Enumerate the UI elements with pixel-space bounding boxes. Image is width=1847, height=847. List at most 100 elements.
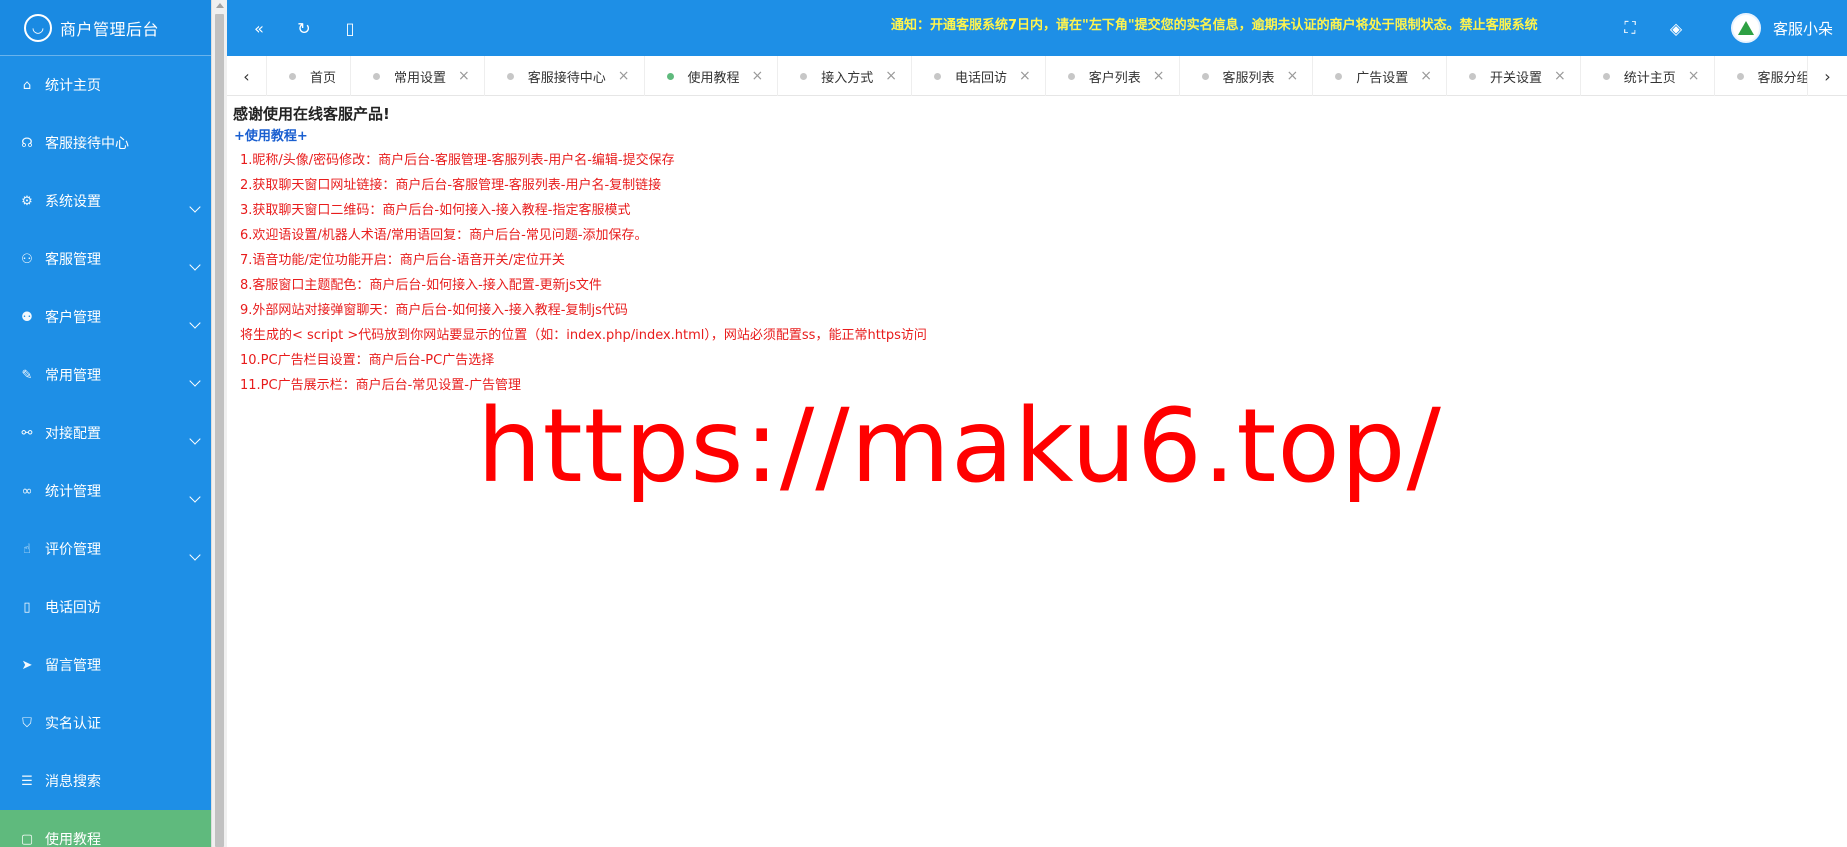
mobile-view-button[interactable]: ▯	[338, 16, 362, 40]
tutorial-link[interactable]: +使用教程+	[234, 126, 1847, 148]
smile-logo-icon: ◡	[24, 13, 52, 42]
page-tabs: ‹ 首页 常用设置 × 客服接待中心 × 使用教程 × 接入方式 × 电话回访 × 客户列表 × 客服列表…	[227, 56, 1847, 96]
gear-icon: ⚙	[21, 193, 33, 209]
close-icon[interactable]: ×	[1688, 68, 1700, 84]
sidebar-item-6[interactable]: ⚯ 对接配置	[0, 404, 211, 462]
headset-icon: ☊	[21, 135, 33, 151]
brand-title: 商户管理后台	[60, 19, 160, 39]
sidebar-item-2[interactable]: ⚙ 系统设置	[0, 172, 211, 230]
tab-label: 客服接待中心	[527, 70, 606, 86]
sidebar-item-5[interactable]: ✎ 常用管理	[0, 346, 211, 404]
tab-label: 客服分组	[1757, 70, 1807, 86]
sidebar-item-label: 统计主页	[45, 78, 101, 94]
users-icon: ⚉	[21, 309, 33, 325]
user-name: 客服小朵	[1772, 19, 1833, 38]
tab-label: 接入方式	[821, 70, 874, 86]
close-icon[interactable]: ×	[458, 68, 470, 84]
tab-10[interactable]: 统计主页 ×	[1581, 56, 1715, 96]
tab-9[interactable]: 开关设置 ×	[1447, 56, 1581, 96]
close-icon[interactable]: ×	[1420, 68, 1432, 84]
fullscreen-icon: ⛶	[1624, 18, 1636, 37]
sidebar-item-4[interactable]: ⚉ 客户管理	[0, 288, 211, 346]
close-icon[interactable]: ×	[1554, 68, 1566, 84]
thumbs-up-icon: ☝	[23, 541, 31, 557]
tab-label: 常用设置	[394, 70, 447, 86]
sidebar-item-13[interactable]: ▢ 使用教程	[0, 810, 211, 847]
sidebar-item-11[interactable]: ⛉ 实名认证	[0, 694, 211, 752]
close-icon[interactable]: ×	[1287, 68, 1299, 84]
tab-status-dot	[800, 72, 808, 80]
tab-6[interactable]: 客户列表 ×	[1046, 56, 1180, 96]
sidebar-item-0[interactable]: ⌂ 统计主页	[0, 56, 211, 114]
sidebar-item-label: 评价管理	[45, 542, 101, 558]
refresh-button[interactable]: ↻	[292, 16, 316, 40]
chevron-down-icon	[189, 549, 201, 561]
fullscreen-button[interactable]: ⛶	[1618, 16, 1642, 40]
tab-8[interactable]: 广告设置 ×	[1313, 56, 1448, 96]
tutorial-step: 2.获取聊天窗口网址链接：商户后台-客服管理-客服列表-用户名-复制链接	[240, 178, 662, 193]
chevron-down-icon	[189, 259, 201, 271]
tutorial-step: 3.获取聊天窗口二维码：商户后台-如何接入-接入教程-指定客服模式	[240, 203, 631, 218]
theme-button[interactable]: ◈	[1664, 16, 1688, 40]
tutorial-steps: 1.昵称/头像/密码修改：商户后台-客服管理-客服列表-用户名-编辑-提交保存 2…	[233, 148, 1847, 398]
sidebar-item-label: 客服管理	[45, 252, 101, 268]
tutorial-step: 8.客服窗口主题配色：商户后台-如何接入-接入配置-更新js文件	[240, 278, 602, 293]
sidebar-menu: ⌂ 统计主页 ☊ 客服接待中心 ⚙ 系统设置 ⚇ 客服管理 ⚉ 客户管理 ✎ 常用管理 ⚯ 对接配置 ∞ 统计…	[0, 56, 211, 847]
tab-4[interactable]: 接入方式 ×	[778, 56, 913, 96]
sidebar-item-1[interactable]: ☊ 客服接待中心	[0, 114, 211, 172]
scrollbar-thumb[interactable]	[215, 14, 224, 847]
tab-status-dot	[1736, 72, 1744, 80]
tab-5[interactable]: 电话回访 ×	[912, 56, 1046, 96]
close-icon[interactable]: ×	[618, 68, 630, 84]
sidebar-item-10[interactable]: ➤ 留言管理	[0, 636, 211, 694]
tab-0[interactable]: 首页	[267, 56, 352, 96]
sidebar: ◡ 商户管理后台 ⌂ 统计主页 ☊ 客服接待中心 ⚙ 系统设置 ⚇ 客服管理 ⚉ 客户管理 ✎ 常用管…	[0, 0, 211, 847]
tabs-prev-button[interactable]: ‹	[227, 56, 267, 96]
tabs-next-button[interactable]: ›	[1807, 56, 1847, 96]
tab-label: 客户列表	[1088, 70, 1141, 86]
tab-1[interactable]: 常用设置 ×	[351, 56, 485, 96]
tab-status-dot	[289, 72, 296, 80]
layers-icon: ◈	[1669, 18, 1683, 38]
sidebar-item-label: 电话回访	[45, 600, 101, 616]
tab-status-dot	[1067, 72, 1075, 80]
tab-status-dot	[373, 72, 381, 80]
tab-status-dot	[934, 72, 942, 80]
tutorial-step: 将生成的< script >代码放到你网站要显示的位置（如：index.php/…	[240, 328, 927, 343]
sidebar-item-label: 常用管理	[45, 368, 101, 384]
connect-icon: ⚯	[21, 425, 33, 441]
collapse-sidebar-button[interactable]: «	[247, 16, 271, 40]
close-icon[interactable]: ×	[752, 68, 764, 84]
sidebar-item-label: 对接配置	[45, 426, 101, 442]
tab-label: 使用教程	[687, 70, 740, 86]
tab-label: 统计主页	[1623, 70, 1676, 86]
tutorial-step: 1.昵称/头像/密码修改：商户后台-客服管理-客服列表-用户名-编辑-提交保存	[240, 153, 675, 168]
close-icon[interactable]: ×	[885, 68, 897, 84]
sidebar-item-9[interactable]: ▯ 电话回访	[0, 578, 211, 636]
tab-11[interactable]: 客服分组	[1715, 56, 1807, 96]
tab-2[interactable]: 客服接待中心 ×	[485, 56, 645, 96]
sidebar-item-8[interactable]: ☝ 评价管理	[0, 520, 211, 578]
sidebar-scrollbar[interactable]	[211, 0, 227, 847]
sidebar-item-label: 使用教程	[45, 832, 101, 847]
tab-label: 开关设置	[1490, 70, 1543, 86]
tab-status-dot	[506, 72, 514, 80]
edit-icon: ✎	[21, 367, 33, 383]
brand[interactable]: ◡ 商户管理后台	[0, 0, 211, 56]
tutorial-step: 10.PC广告栏目设置：商户后台-PC广告选择	[240, 353, 495, 368]
sidebar-item-7[interactable]: ∞ 统计管理	[0, 462, 211, 520]
close-icon[interactable]: ×	[1153, 68, 1165, 84]
home-icon: ⌂	[22, 77, 32, 93]
watermark-url: https://maku6.top/	[477, 387, 1442, 506]
sidebar-item-3[interactable]: ⚇ 客服管理	[0, 230, 211, 288]
sidebar-item-12[interactable]: ☰ 消息搜索	[0, 752, 211, 810]
scroll-up-arrow-icon[interactable]	[216, 3, 224, 8]
close-icon[interactable]: ×	[1019, 68, 1031, 84]
user-menu[interactable]: 客服小朵	[1730, 0, 1847, 56]
list-icon: ☰	[21, 773, 33, 789]
sidebar-item-label: 统计管理	[45, 484, 101, 500]
tab-7[interactable]: 客服列表 ×	[1180, 56, 1314, 96]
tab-3[interactable]: 使用教程 ×	[645, 56, 779, 96]
tab-label: 广告设置	[1356, 70, 1409, 86]
book-icon: ▢	[20, 831, 34, 847]
